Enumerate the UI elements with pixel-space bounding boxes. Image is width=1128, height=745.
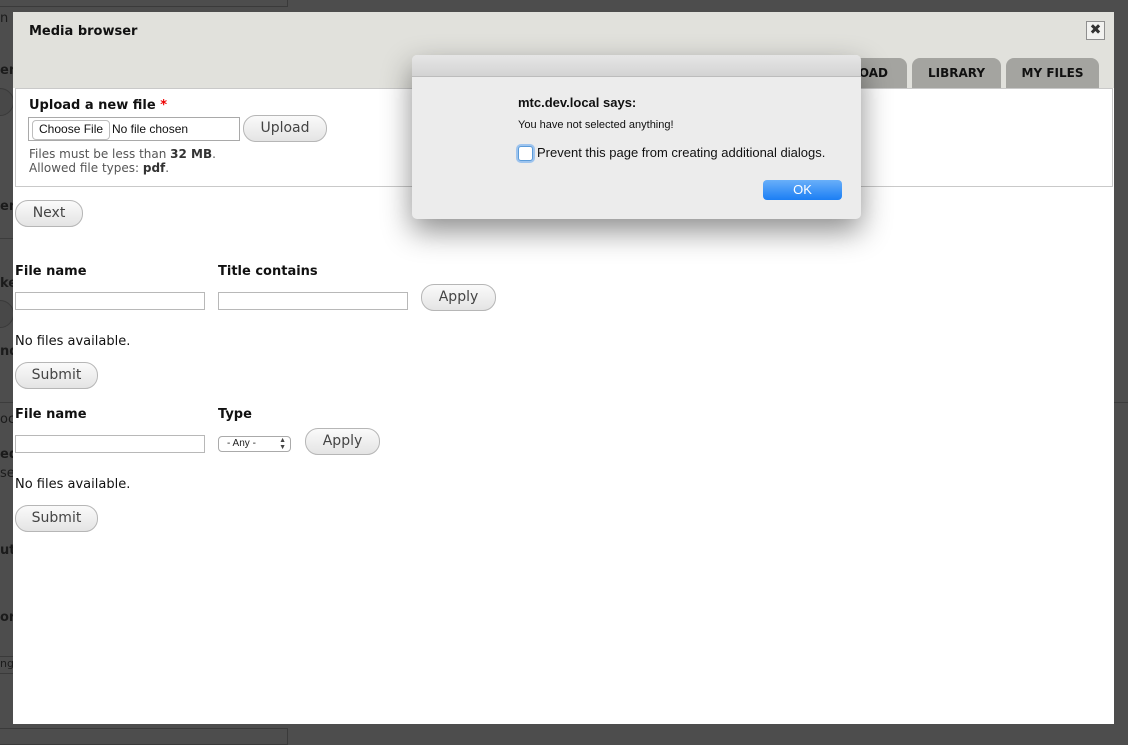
file-input[interactable]: Choose File No file chosen — [28, 117, 240, 141]
background-divider — [0, 238, 14, 239]
type-label: Type — [218, 407, 252, 422]
file-name-label: File name — [15, 407, 87, 422]
tab-library[interactable]: LIBRARY — [912, 58, 1001, 88]
prevent-dialogs-label[interactable]: Prevent this page from creating addition… — [537, 145, 825, 160]
ok-button[interactable]: OK — [763, 180, 842, 200]
type-selected-value: - Any - — [227, 438, 256, 449]
modal-title: Media browser — [29, 24, 138, 39]
tab-label: MY FILES — [1021, 66, 1084, 80]
close-button[interactable]: ✖ — [1086, 21, 1105, 40]
tab-label: LIBRARY — [927, 66, 986, 80]
alert-titlebar — [412, 55, 861, 77]
close-icon: ✖ — [1089, 22, 1102, 38]
file-name-input[interactable] — [15, 435, 205, 453]
type-select[interactable]: - Any - ▲ ▼ — [218, 436, 291, 452]
select-arrows-icon: ▲ ▼ — [279, 437, 286, 451]
title-contains-input[interactable] — [218, 292, 408, 310]
submit-button[interactable]: Submit — [15, 362, 98, 389]
types-hint: Allowed file types: pdf. — [29, 161, 170, 175]
background-input — [0, 728, 288, 745]
background-text: ng — [0, 657, 14, 670]
file-status: No file chosen — [112, 122, 189, 136]
file-name-label: File name — [15, 264, 87, 279]
empty-message: No files available. — [15, 334, 131, 349]
alert-title: mtc.dev.local says: — [518, 95, 637, 110]
submit-button[interactable]: Submit — [15, 505, 98, 532]
background-button — [0, 300, 14, 328]
background-button — [0, 88, 14, 116]
required-marker: * — [160, 98, 168, 113]
alert-message: You have not selected anything! — [518, 119, 674, 131]
upload-label: Upload a new file * — [29, 98, 168, 113]
choose-file-button[interactable]: Choose File — [32, 120, 111, 140]
apply-button[interactable]: Apply — [421, 284, 496, 311]
apply-button[interactable]: Apply — [305, 428, 380, 455]
tab-label: OAD — [858, 66, 888, 80]
background-input — [0, 0, 288, 7]
alert-dialog: mtc.dev.local says: You have not selecte… — [412, 55, 861, 219]
empty-message: No files available. — [15, 477, 131, 492]
upload-button[interactable]: Upload — [243, 115, 327, 142]
file-name-input[interactable] — [15, 292, 205, 310]
size-hint: Files must be less than 32 MB. — [29, 147, 216, 161]
prevent-dialogs-checkbox[interactable] — [518, 146, 533, 161]
tab-my-files[interactable]: MY FILES — [1006, 58, 1099, 88]
title-contains-label: Title contains — [218, 264, 318, 279]
next-button[interactable]: Next — [15, 200, 83, 227]
